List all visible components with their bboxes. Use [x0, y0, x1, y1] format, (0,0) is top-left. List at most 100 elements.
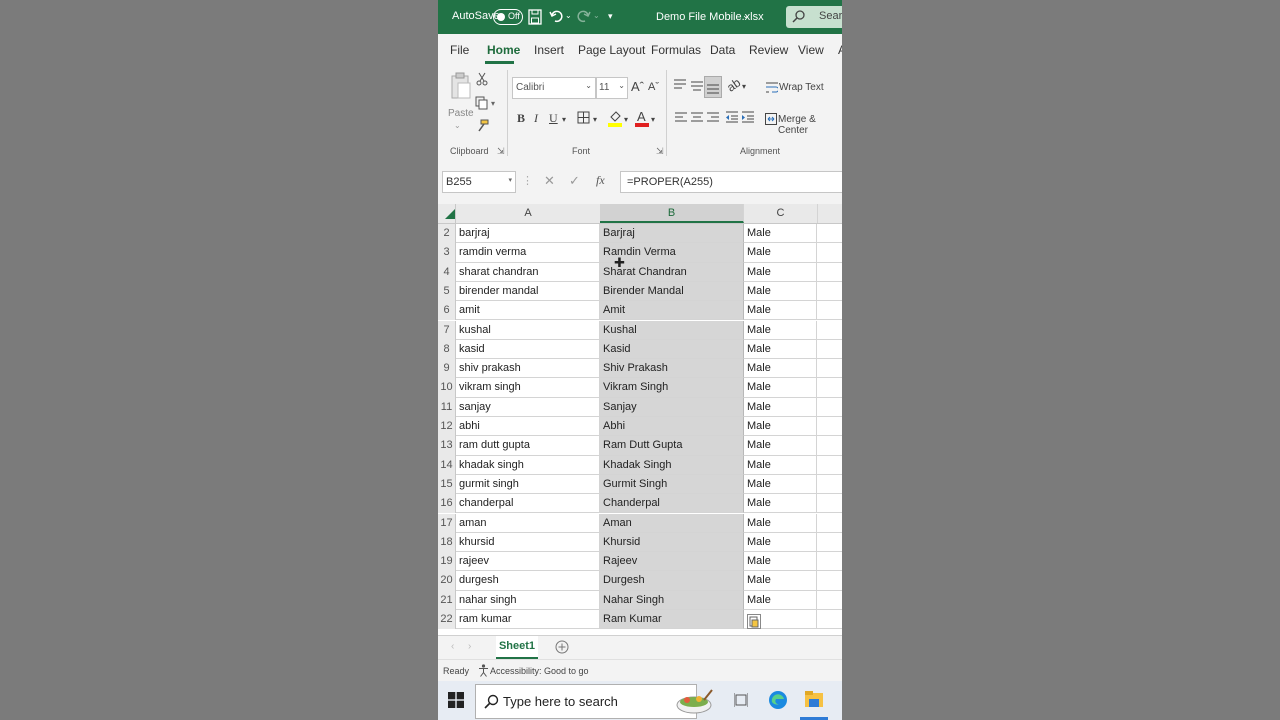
cell-a[interactable]: durgesh	[456, 571, 600, 591]
cell-a[interactable]: barjraj	[456, 224, 600, 244]
cell-c[interactable]: Male	[744, 224, 817, 244]
font-launcher-icon[interactable]: ⇲	[656, 146, 664, 157]
cell-c[interactable]: Male	[744, 590, 817, 610]
enter-icon[interactable]: ✓	[569, 173, 580, 189]
tab-view[interactable]: View	[798, 43, 824, 57]
sheet-tab-sheet1[interactable]: Sheet1	[496, 636, 538, 659]
paste-label[interactable]: Paste	[448, 108, 474, 119]
cell-c[interactable]: Male	[744, 552, 817, 572]
orientation-icon[interactable]: ab	[724, 75, 743, 94]
cell-c[interactable]: Male	[744, 494, 817, 514]
column-header-b[interactable]: B	[600, 204, 744, 223]
cell-c[interactable]: Male	[744, 436, 817, 456]
column-header-a[interactable]: A	[456, 204, 601, 223]
cell-a[interactable]: aman	[456, 513, 600, 533]
redo-dropdown-icon[interactable]: ⌄	[593, 11, 600, 20]
taskbar-search-box[interactable]: Type here to search	[475, 684, 713, 719]
cell-b[interactable]: Barjraj	[600, 224, 744, 244]
autosave-toggle[interactable]: Off	[493, 9, 523, 25]
cell-b[interactable]: Aman	[600, 513, 744, 533]
copy-dropdown-icon[interactable]: ▾	[491, 99, 495, 108]
row-number[interactable]: 3	[438, 243, 456, 263]
cell-b[interactable]: Kasid	[600, 339, 744, 360]
undo-dropdown-icon[interactable]: ⌄	[565, 11, 572, 20]
column-header-c[interactable]: C	[744, 204, 818, 223]
cell-a[interactable]: sanjay	[456, 397, 600, 417]
tab-page-layout[interactable]: Page Layout	[578, 43, 645, 57]
cell-c[interactable]: Male	[744, 417, 817, 437]
cell-d[interactable]	[817, 340, 842, 360]
cell-a[interactable]: amit	[456, 301, 600, 321]
cell-a[interactable]: gurmit singh	[456, 474, 600, 495]
cell-c[interactable]: Male	[744, 513, 817, 533]
row-number[interactable]: 22	[438, 610, 456, 630]
cell-d[interactable]	[817, 359, 842, 379]
cell-b[interactable]: Nahar Singh	[600, 590, 744, 610]
font-size-select[interactable]: 11 ⌄	[596, 77, 628, 99]
row-number[interactable]: 9	[438, 359, 456, 379]
task-view-icon[interactable]	[734, 692, 748, 708]
align-center-icon[interactable]	[691, 111, 703, 123]
cell-c[interactable]: Male	[744, 281, 817, 302]
row-number[interactable]: 12	[438, 417, 456, 437]
redo-icon[interactable]	[577, 9, 591, 23]
cell-b[interactable]: Gurmit Singh	[600, 474, 744, 495]
cell-c[interactable]: Male	[744, 378, 817, 398]
decrease-font-size-icon[interactable]: Aˇ	[648, 81, 659, 93]
cell-a[interactable]: kasid	[456, 339, 600, 360]
cell-b[interactable]: Khursid	[600, 532, 744, 553]
prev-sheet-icon[interactable]: ‹	[451, 641, 454, 652]
top-align-icon[interactable]	[674, 78, 686, 90]
row-number[interactable]: 5	[438, 281, 456, 302]
italic-button[interactable]: I	[534, 111, 538, 126]
cell-a[interactable]: ram kumar	[456, 610, 600, 630]
cell-b[interactable]: Amit	[600, 301, 744, 321]
cell-d[interactable]	[817, 398, 842, 417]
cell-a[interactable]: khadak singh	[456, 455, 600, 475]
row-number[interactable]: 20	[438, 571, 456, 591]
accessibility-status[interactable]: Accessibility: Good to go	[490, 666, 589, 676]
cell-d[interactable]	[817, 610, 842, 630]
middle-align-icon[interactable]	[691, 80, 703, 92]
row-number[interactable]: 17	[438, 513, 456, 533]
row-number[interactable]: 11	[438, 397, 456, 417]
row-number[interactable]: 14	[438, 455, 456, 475]
cell-d[interactable]	[817, 494, 842, 514]
select-all-button[interactable]	[438, 204, 456, 223]
accessibility-icon[interactable]	[478, 664, 489, 677]
cell-d[interactable]	[817, 282, 842, 302]
bold-button[interactable]: B	[517, 111, 525, 126]
edge-browser-icon[interactable]	[768, 690, 788, 710]
cell-c[interactable]: Male	[744, 301, 817, 321]
row-number[interactable]: 15	[438, 474, 456, 495]
cell-d[interactable]	[817, 514, 842, 533]
cell-b[interactable]: Rajeev	[600, 552, 744, 572]
cancel-icon[interactable]: ✕	[544, 173, 555, 189]
underline-button[interactable]: U	[549, 111, 558, 126]
cell-d[interactable]	[817, 552, 842, 572]
filename-chevron-icon[interactable]: ⌄	[742, 10, 750, 21]
tab-insert[interactable]: Insert	[534, 43, 564, 57]
worksheet-grid[interactable]: A B C 2 barjraj Barjraj Male 3 ramdin verma Ra…	[438, 204, 842, 635]
cell-c[interactable]: Male	[744, 397, 817, 417]
fill-color-dropdown-icon[interactable]: ▾	[624, 115, 628, 124]
cell-c[interactable]: Male	[744, 474, 817, 495]
windows-start-icon[interactable]	[448, 692, 464, 708]
tab-more[interactable]: A	[838, 43, 842, 57]
wrap-text-label[interactable]: Wrap Text	[779, 82, 824, 93]
tab-data[interactable]: Data	[710, 43, 735, 57]
undo-icon[interactable]	[549, 9, 563, 23]
tab-file[interactable]: File	[450, 43, 469, 57]
cell-d[interactable]	[817, 301, 842, 321]
formula-input[interactable]: =PROPER(A255)	[620, 171, 842, 193]
copy-icon[interactable]	[475, 96, 489, 110]
row-number[interactable]: 10	[438, 378, 456, 398]
cut-icon[interactable]	[476, 72, 488, 86]
cell-b[interactable]: Khadak Singh	[600, 455, 744, 475]
row-number[interactable]: 13	[438, 436, 456, 456]
cell-a[interactable]: chanderpal	[456, 494, 600, 514]
tab-home[interactable]: Home	[487, 43, 520, 57]
align-right-icon[interactable]	[707, 111, 719, 123]
format-painter-icon[interactable]	[475, 119, 489, 133]
cell-d[interactable]	[817, 456, 842, 475]
